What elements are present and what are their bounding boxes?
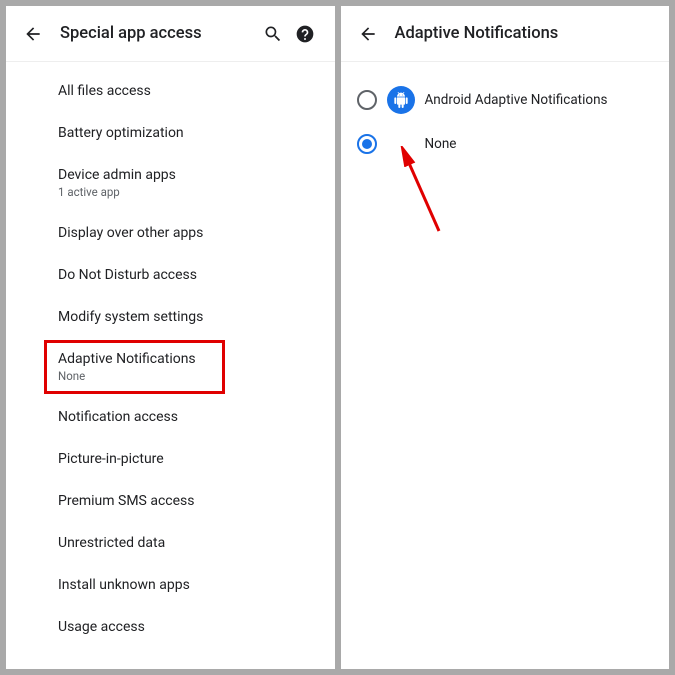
settings-item-display-over-other-apps[interactable]: Display over other apps — [6, 212, 335, 254]
settings-item-usage-access[interactable]: Usage access — [6, 606, 335, 648]
settings-item-picture-in-picture[interactable]: Picture-in-picture — [6, 438, 335, 480]
item-label: Device admin apps — [58, 167, 319, 183]
header: Adaptive Notifications — [341, 6, 670, 62]
android-icon — [387, 86, 415, 114]
item-sublabel: None — [58, 369, 319, 383]
settings-item-battery-optimization[interactable]: Battery optimization — [6, 112, 335, 154]
item-label: Picture-in-picture — [58, 451, 319, 467]
settings-item-notification-access[interactable]: Notification access — [6, 396, 335, 438]
settings-item-all-files-access[interactable]: All files access — [6, 70, 335, 112]
radio-button[interactable] — [357, 90, 377, 110]
radio-list: Android Adaptive Notifications None — [341, 62, 670, 178]
settings-item-unrestricted-data[interactable]: Unrestricted data — [6, 522, 335, 564]
back-arrow-icon — [23, 24, 43, 44]
item-label: Do Not Disturb access — [58, 267, 319, 283]
settings-item-do-not-disturb-access[interactable]: Do Not Disturb access — [6, 254, 335, 296]
page-title: Special app access — [60, 24, 257, 43]
settings-item-adaptive-notifications[interactable]: Adaptive Notifications None — [6, 338, 335, 396]
radio-option-android-adaptive-notifications[interactable]: Android Adaptive Notifications — [341, 76, 670, 124]
search-button[interactable] — [257, 24, 289, 44]
radio-button[interactable] — [357, 134, 377, 154]
option-label: None — [425, 136, 457, 152]
adaptive-notifications-panel: Adaptive Notifications Android Adaptive … — [341, 6, 670, 669]
help-button[interactable] — [289, 24, 321, 44]
item-label: Notification access — [58, 409, 319, 425]
radio-dot — [362, 139, 372, 149]
item-label: Adaptive Notifications — [58, 351, 319, 367]
item-label: Premium SMS access — [58, 493, 319, 509]
item-label: Battery optimization — [58, 125, 319, 141]
item-label: All files access — [58, 83, 319, 99]
radio-option-none[interactable]: None — [341, 124, 670, 164]
settings-list: All files access Battery optimization Devi… — [6, 62, 335, 669]
item-label: Modify system settings — [58, 309, 319, 325]
option-label: Android Adaptive Notifications — [425, 92, 608, 108]
item-label: Install unknown apps — [58, 577, 319, 593]
item-label: Display over other apps — [58, 225, 319, 241]
settings-item-premium-sms-access[interactable]: Premium SMS access — [6, 480, 335, 522]
back-arrow-icon — [358, 24, 378, 44]
item-sublabel: 1 active app — [58, 185, 319, 199]
back-button[interactable] — [20, 24, 46, 44]
settings-item-modify-system-settings[interactable]: Modify system settings — [6, 296, 335, 338]
item-label: Usage access — [58, 619, 319, 635]
back-button[interactable] — [355, 24, 381, 44]
header: Special app access — [6, 6, 335, 62]
option-icon-slot — [377, 86, 425, 114]
page-title: Adaptive Notifications — [395, 24, 656, 43]
highlight-box — [44, 340, 225, 394]
search-icon — [263, 24, 283, 44]
item-label: Unrestricted data — [58, 535, 319, 551]
help-icon — [295, 24, 315, 44]
settings-item-device-admin-apps[interactable]: Device admin apps 1 active app — [6, 154, 335, 212]
settings-item-install-unknown-apps[interactable]: Install unknown apps — [6, 564, 335, 606]
special-app-access-panel: Special app access All files access Batte… — [6, 6, 335, 669]
